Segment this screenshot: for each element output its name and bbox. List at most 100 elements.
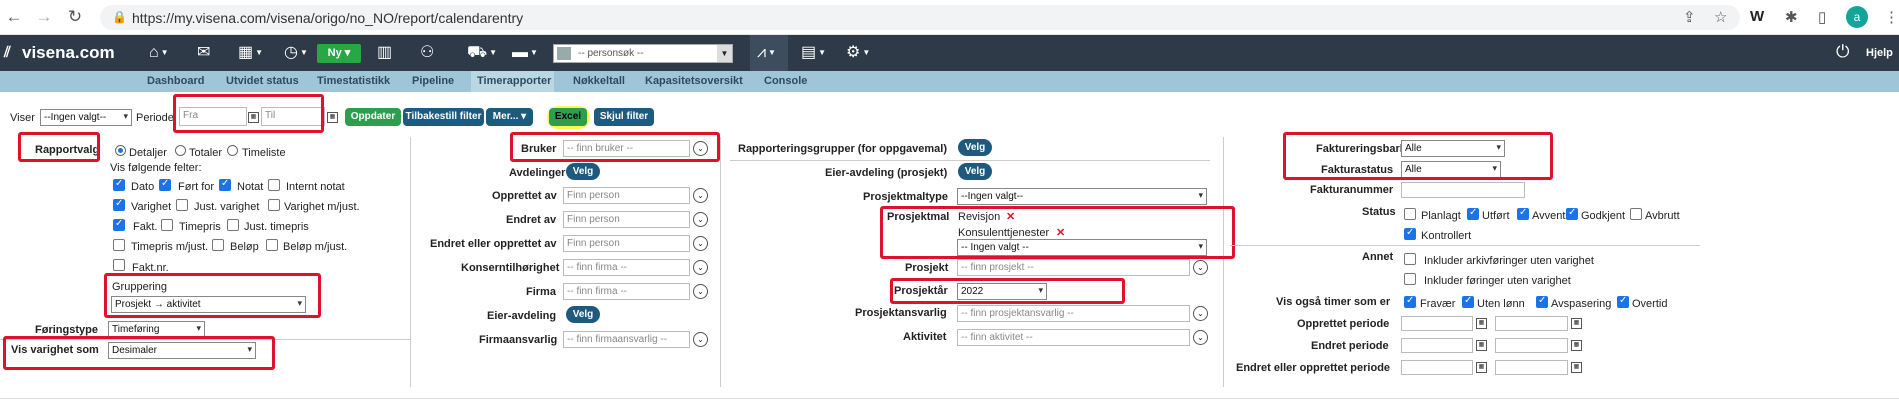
forward-icon[interactable]: →	[34, 7, 54, 27]
gear-icon[interactable]: ⚙ ▼	[846, 44, 870, 62]
calendar-icon[interactable]: ▦	[1571, 362, 1582, 373]
help-link[interactable]: Hjelp	[1866, 47, 1893, 59]
tab-console[interactable]: Console	[759, 71, 812, 92]
chevron-down-icon[interactable]: ⌄	[1193, 306, 1208, 321]
tab-timestatistikk[interactable]: Timestatistikk	[312, 71, 395, 92]
tab-pipeline[interactable]: Pipeline	[407, 71, 459, 92]
checkbox-just-varighet[interactable]	[176, 199, 188, 211]
checkbox-planlagt[interactable]	[1404, 208, 1416, 220]
chart-icon[interactable]: ⩘ ▼	[757, 44, 776, 62]
endret-periode-from[interactable]	[1401, 338, 1473, 353]
chevron-down-icon[interactable]: ⌄	[1193, 260, 1208, 275]
prosjektansvarlig-input[interactable]: -- finn prosjektansvarlig --	[957, 305, 1190, 322]
checkbox-belop[interactable]	[212, 239, 224, 251]
checkbox-kontrollert[interactable]	[1404, 227, 1416, 240]
calendar-icon[interactable]: ▦	[1476, 362, 1487, 373]
chevron-down-icon[interactable]: ⌄	[693, 284, 708, 299]
eier-avdeling-velg-button[interactable]: Velg	[566, 306, 600, 323]
mer-button[interactable]: Mer... ▾	[486, 108, 533, 126]
fakturanummer-input[interactable]	[1401, 182, 1525, 198]
checkbox-fort-for[interactable]	[159, 178, 171, 191]
profile-avatar[interactable]: a	[1846, 6, 1868, 28]
excel-button[interactable]: Excel	[549, 108, 587, 126]
back-icon[interactable]: ←	[4, 7, 24, 27]
checkbox-just-timepris[interactable]	[227, 219, 239, 231]
w-extension-icon[interactable]: W	[1750, 8, 1764, 25]
radio-detaljer[interactable]	[115, 145, 126, 156]
checkbox-notat[interactable]	[219, 178, 231, 191]
share-icon[interactable]: ⇪	[1683, 8, 1696, 26]
tab-nokkeltall[interactable]: Nøkkeltall	[568, 71, 630, 92]
person-search[interactable]: -- personsøk -- ▼	[553, 44, 733, 63]
chevron-down-icon[interactable]: ⌄	[693, 236, 708, 251]
calendar-icon[interactable]: ▦ ▼	[238, 44, 263, 62]
firmaansvarlig-input[interactable]: -- finn firmaansvarlig --	[563, 331, 690, 348]
checkbox-inkluder-foringer[interactable]	[1404, 273, 1416, 285]
checkbox-avspasering[interactable]	[1536, 295, 1548, 308]
endret-eller-opprettet-periode-to[interactable]	[1495, 360, 1568, 375]
chevron-down-icon[interactable]: ⌄	[1193, 330, 1208, 345]
checkbox-utfort[interactable]	[1467, 207, 1479, 220]
folder-icon[interactable]: ▬ ▼	[512, 44, 538, 62]
puzzle-extensions-icon[interactable]: ✱	[1785, 8, 1798, 26]
rapporteringsgrupper-velg-button[interactable]: Velg	[958, 139, 992, 156]
tab-utvidet-status[interactable]: Utvidet status	[221, 71, 304, 92]
checkbox-godkjent[interactable]	[1566, 207, 1578, 220]
tilbakestill-filter-button[interactable]: Tilbakestill filter	[403, 108, 484, 126]
oppdater-button[interactable]: Oppdater	[345, 108, 401, 126]
checkbox-fakt-nr[interactable]	[113, 259, 125, 271]
radio-totaler[interactable]	[175, 145, 186, 156]
calendar-icon[interactable]: ▦	[1476, 318, 1487, 329]
checkbox-varighet[interactable]	[113, 198, 125, 211]
prosjektmaltype-select[interactable]: --Ingen valgt-- ▾	[957, 188, 1207, 205]
checkbox-dato[interactable]	[113, 178, 125, 191]
checkbox-timepris[interactable]	[161, 219, 173, 231]
calendar-icon[interactable]: ▦	[1571, 340, 1582, 351]
checkbox-inkluder-arkivforinger[interactable]	[1404, 253, 1416, 265]
calendar-icon[interactable]: ▦	[327, 112, 338, 123]
calendar-icon[interactable]: ▦	[1571, 318, 1582, 329]
power-icon[interactable]: ⏻	[1836, 43, 1849, 61]
checkbox-fravar[interactable]	[1404, 295, 1416, 308]
endret-periode-to[interactable]	[1495, 338, 1568, 353]
chevron-down-icon[interactable]: ⌄	[693, 332, 708, 347]
checkbox-uten-lonn[interactable]	[1462, 295, 1474, 308]
chevron-down-icon[interactable]: ⌄	[693, 212, 708, 227]
checkbox-avbrutt[interactable]	[1630, 208, 1642, 220]
mail-icon[interactable]: ✉	[197, 44, 210, 62]
kebab-menu-icon[interactable]: ⋮	[1884, 8, 1899, 26]
skjul-filter-button[interactable]: Skjul filter	[594, 108, 654, 126]
radio-timeliste[interactable]	[227, 145, 238, 156]
endret-eller-opprettet-av-input[interactable]: Finn person	[563, 235, 690, 252]
clock-icon[interactable]: ◷ ▼	[284, 44, 308, 62]
person-search-dropdown[interactable]: ▼	[717, 45, 732, 62]
checkbox-overtid[interactable]	[1617, 295, 1629, 308]
tab-timerapporter[interactable]: Timerapporter	[472, 71, 556, 92]
avdelinger-velg-button[interactable]: Velg	[566, 163, 600, 180]
calendar-icon[interactable]: ▦	[1476, 340, 1487, 351]
opprettet-periode-to[interactable]	[1495, 316, 1568, 331]
prosjekt-input[interactable]: -- finn prosjekt --	[957, 259, 1190, 276]
firma-input[interactable]: -- finn firma --	[563, 283, 690, 300]
eier-avdeling-prosjekt-velg-button[interactable]: Velg	[958, 163, 992, 180]
opprettet-av-input[interactable]: Finn person	[563, 187, 690, 204]
address-bar[interactable]: 🔒 https://my.visena.com/visena/origo/no_…	[100, 5, 1740, 30]
opprettet-periode-from[interactable]	[1401, 316, 1473, 331]
book-icon[interactable]: ▥	[377, 44, 392, 62]
viser-select[interactable]: --Ingen valgt-- ▾	[40, 109, 132, 126]
bookmark-star-icon[interactable]: ☆	[1714, 8, 1727, 26]
calculator-icon[interactable]: ▤ ▼	[801, 44, 826, 62]
car-icon[interactable]: ⛟ ▼	[467, 44, 497, 62]
chevron-down-icon[interactable]: ⌄	[693, 260, 708, 275]
reload-icon[interactable]: ↻	[65, 7, 85, 27]
endret-av-input[interactable]: Finn person	[563, 211, 690, 228]
new-button[interactable]: Ny ▾	[317, 44, 361, 63]
logo[interactable]: visena.com	[22, 43, 115, 63]
endret-eller-opprettet-periode-from[interactable]	[1401, 360, 1473, 375]
people-icon[interactable]: ⚇	[420, 44, 434, 62]
checkbox-internt-notat[interactable]	[268, 179, 280, 191]
aktivitet-input[interactable]: -- finn aktivitet --	[957, 329, 1190, 346]
checkbox-fakt[interactable]	[113, 218, 125, 231]
checkbox-belop-mjust[interactable]	[266, 239, 278, 251]
checkbox-timepris-mjust[interactable]	[113, 239, 125, 251]
